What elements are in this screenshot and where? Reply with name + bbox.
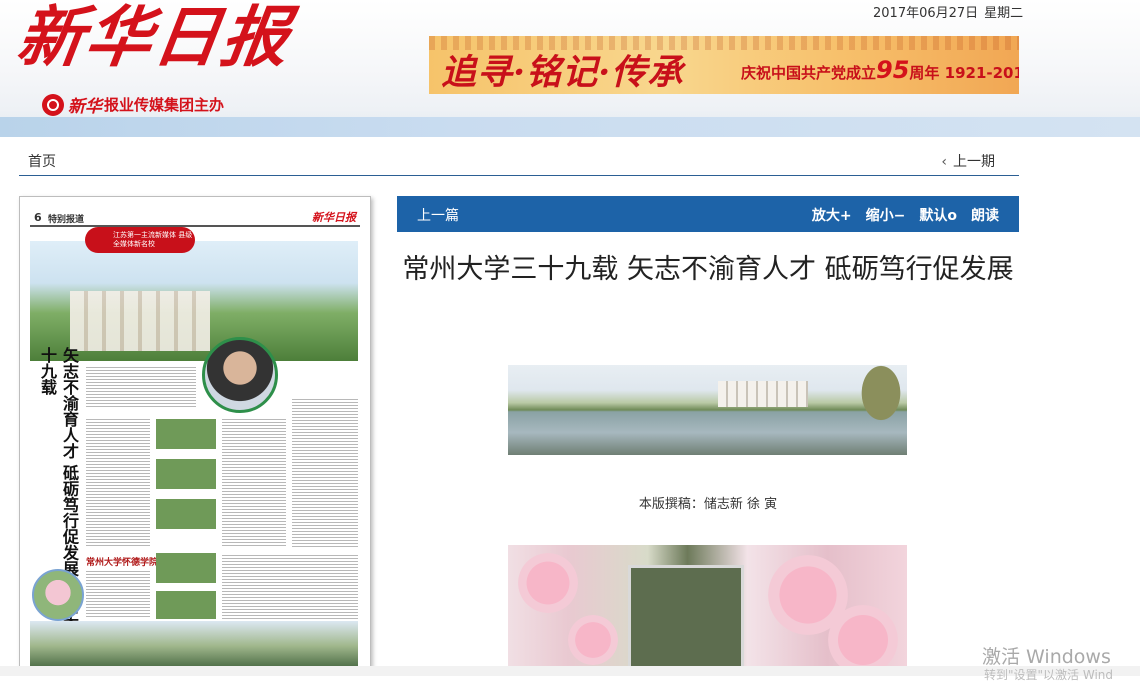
paper-masthead: 新华日报 (312, 211, 356, 224)
paper-text-column[interactable] (222, 553, 358, 619)
blossom-photo-small[interactable] (32, 569, 84, 621)
paper-thumb-photo[interactable] (156, 591, 216, 619)
publisher-text: 报业传媒集团主办 (104, 96, 225, 114)
anniversary-banner[interactable]: 追寻·铭记·传承 庆祝中国共产党成立95周年 1921-2016 (429, 36, 1019, 94)
lake-photo-small[interactable] (30, 621, 358, 667)
banner-slogan: 追寻·铭记·传承 (441, 52, 684, 93)
blossom-flower (518, 553, 578, 613)
publisher-line: 新华 报业传媒集团主办 (42, 92, 224, 117)
prev-issue-label: 上一期 (953, 154, 995, 170)
bottom-strip (0, 666, 1140, 676)
paper-page-header: 6 特别报道 新华日报 (30, 211, 360, 227)
article-byline: 本版撰稿：储志新 徐 寅 (638, 497, 778, 512)
graduates-photo[interactable] (202, 337, 278, 413)
photo-tree (851, 365, 901, 435)
breadcrumb-nav: 首页 ‹ 上一期 (19, 147, 1019, 176)
paper-section-name: 特别报道 (48, 215, 85, 225)
paper-text-column[interactable] (222, 417, 286, 547)
article-toolbar: 上一篇 放大+ 缩小− 默认o 朗读 (397, 196, 1019, 232)
group-emblem-icon (42, 93, 64, 116)
paper-page-number: 6 (34, 211, 42, 224)
paper-badge: 江苏第一主流新媒体 县级全媒体新名校 (85, 227, 195, 253)
windows-activation-watermark: 激活 Windows (982, 646, 1111, 668)
newspaper-page-thumbnail[interactable]: 6 特别报道 新华日报 江苏第一主流新媒体 县级全媒体新名校 矢志不渝育人才 砥… (19, 196, 371, 668)
paper-text-column[interactable] (86, 569, 150, 619)
masthead-logo[interactable]: 新华日报 (12, 0, 296, 78)
banner-sub-post: 周年 1921-2016 (909, 64, 1019, 82)
home-link[interactable]: 首页 (28, 151, 56, 171)
windows-activation-hint: 转到"设置"以激活 Wind (984, 668, 1114, 682)
campus-photo[interactable] (30, 241, 358, 361)
zoom-in-button[interactable]: 放大+ (812, 205, 852, 225)
read-aloud-button[interactable]: 朗读 (971, 205, 999, 225)
prev-article-button[interactable]: 上一篇 (417, 205, 459, 225)
banner-subslogan: 庆祝中国共产党成立95周年 1921-2016 (741, 56, 1019, 84)
publisher-mini-logo: 新华 (68, 97, 102, 117)
banner-sub-pre: 庆祝中国共产党成立 (741, 64, 877, 82)
default-size-button[interactable]: 默认o (919, 205, 957, 225)
chevron-left-icon: ‹ (941, 154, 947, 170)
weekday-text: 星期二 (984, 6, 1024, 21)
paper-thumb-photo[interactable] (156, 553, 216, 583)
paper-section-title: 常州大学怀德学院 (86, 558, 159, 568)
blossom-flower (568, 615, 618, 665)
photo-building (718, 381, 808, 407)
article-blossom-photo[interactable] (508, 545, 907, 676)
paper-thumb-photo[interactable] (156, 419, 216, 449)
blossom-flower (828, 605, 898, 675)
banner-sub-num: 95 (876, 56, 910, 84)
paper-thumb-photo[interactable] (156, 459, 216, 489)
reading-tools: 放大+ 缩小− 默认o 朗读 (812, 205, 999, 225)
header-divider-bar (0, 117, 1140, 137)
article-lake-photo[interactable] (508, 365, 907, 455)
photo-window (628, 565, 744, 676)
paper-text-column[interactable] (292, 397, 358, 547)
paper-text-column[interactable] (86, 365, 196, 407)
paper-thumb-photo[interactable] (156, 499, 216, 529)
issue-date: 2017年06月27日 星期二 (873, 2, 1029, 21)
site-header: 新华日报 新华 报业传媒集团主办 2017年06月27日 星期二 追寻·铭记·传承… (0, 0, 1140, 137)
zoom-out-button[interactable]: 缩小− (866, 205, 906, 225)
paper-text-column[interactable] (86, 417, 150, 547)
date-text: 2017年06月27日 (873, 6, 979, 21)
article-title: 常州大学三十九载 矢志不渝育人才 砥砺笃行促发展 (402, 254, 1014, 285)
prev-issue-link[interactable]: ‹ 上一期 (941, 151, 995, 171)
